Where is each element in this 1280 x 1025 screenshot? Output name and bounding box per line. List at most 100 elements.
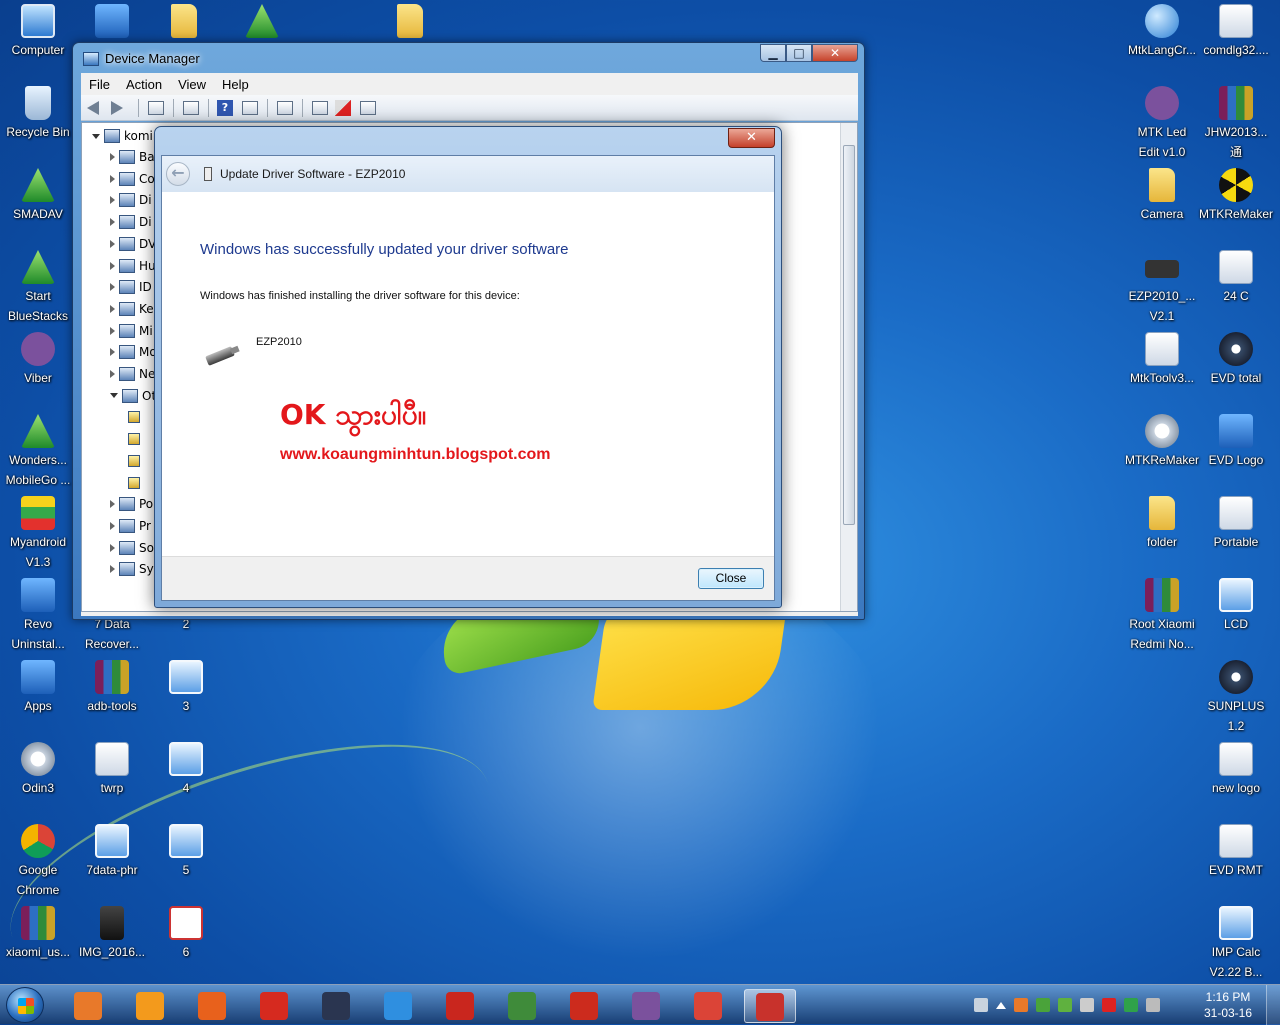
taskbar-app-button[interactable] [434, 989, 486, 1023]
expand-arrow-icon[interactable] [110, 304, 115, 313]
desktop-icon[interactable]: JHW2013... 通 [1198, 86, 1274, 162]
collapse-arrow-icon[interactable] [92, 133, 100, 139]
expand-arrow-icon[interactable] [110, 261, 115, 270]
expand-arrow-icon[interactable] [110, 565, 115, 574]
desktop-icon[interactable]: Apps [0, 660, 76, 716]
desktop-icon[interactable]: Camera [1124, 168, 1200, 224]
tree-row[interactable]: Di [110, 212, 152, 232]
device-manager-titlebar[interactable]: Device Manager [83, 49, 200, 69]
scrollbar-thumb[interactable] [843, 145, 855, 525]
tree-row[interactable]: ID [110, 277, 152, 297]
tree-row[interactable]: Mo [110, 342, 157, 362]
desktop-icon[interactable]: MTKReMaker [1124, 414, 1200, 470]
tray-app-icon[interactable] [1036, 998, 1050, 1012]
desktop-icon[interactable]: 6 [148, 906, 224, 962]
taskbar-app-button[interactable] [248, 989, 300, 1023]
tree-row[interactable] [128, 473, 144, 493]
close-button[interactable]: Close [698, 568, 764, 589]
tree-row[interactable] [128, 407, 144, 427]
menu-file[interactable]: File [89, 77, 110, 92]
desktop-icon[interactable]: 24 C [1198, 250, 1274, 306]
network-icon[interactable] [1146, 998, 1160, 1012]
forward-arrow-icon[interactable] [111, 99, 131, 117]
expand-arrow-icon[interactable] [110, 521, 115, 530]
desktop-icon[interactable]: SUNPLUS 1.2 [1198, 660, 1274, 736]
tree-scrollbar[interactable] [840, 123, 857, 611]
desktop-icon[interactable]: Recycle Bin [0, 86, 76, 142]
desktop-icon[interactable]: Myandroid V1.3 [0, 496, 76, 572]
expand-arrow-icon[interactable] [110, 283, 115, 292]
expand-arrow-icon[interactable] [110, 239, 115, 248]
desktop-icon[interactable]: Computer [0, 4, 76, 60]
desktop-icon[interactable]: xiaomi_us... [0, 906, 76, 962]
desktop-icon[interactable]: EVD RMT [1198, 824, 1274, 880]
update-driver-dialog[interactable]: ✕ ← Update Driver Software - EZP2010 Win… [154, 126, 782, 608]
desktop-icon[interactable] [74, 4, 150, 40]
desktop-icon[interactable]: adb-tools [74, 660, 150, 716]
desktop-icon[interactable]: EVD total [1198, 332, 1274, 388]
keyboard-icon[interactable] [974, 998, 988, 1012]
tree-row[interactable]: Ot [110, 386, 156, 406]
desktop-icon[interactable] [146, 4, 222, 40]
tray-app-icon[interactable] [1102, 998, 1116, 1012]
tree-row[interactable]: Ne [110, 364, 155, 384]
desktop-icon[interactable]: SMADAV [0, 168, 76, 224]
expand-arrow-icon[interactable] [110, 348, 115, 357]
desktop-icon[interactable]: MtkLangCr... [1124, 4, 1200, 60]
help-icon[interactable]: ? [216, 99, 236, 117]
scan-hardware-icon[interactable] [275, 99, 295, 117]
desktop-icon[interactable]: IMG_2016... [74, 906, 150, 962]
collapse-arrow-icon[interactable] [110, 393, 118, 399]
desktop-icon[interactable] [224, 4, 300, 40]
desktop-icon[interactable]: folder [1124, 496, 1200, 552]
volume-muted-icon[interactable] [1080, 998, 1094, 1012]
menu-help[interactable]: Help [222, 77, 249, 92]
taskbar-app-button[interactable] [186, 989, 238, 1023]
disable-device-icon[interactable] [358, 99, 378, 117]
expand-arrow-icon[interactable] [110, 153, 115, 161]
tree-row[interactable]: Po [110, 494, 153, 514]
expand-arrow-icon[interactable] [110, 196, 115, 205]
show-hide-console-tree-icon[interactable] [146, 99, 166, 117]
minimize-button[interactable]: ▁ [760, 44, 786, 62]
dialog-close-x-button[interactable]: ✕ [728, 128, 775, 148]
desktop-icon[interactable]: twrp [74, 742, 150, 798]
smadav-tray-icon[interactable] [1124, 998, 1138, 1012]
taskbar-app-button[interactable] [62, 989, 114, 1023]
tree-row[interactable]: Hu [110, 256, 156, 276]
tree-row[interactable]: So [110, 538, 154, 558]
tree-root-computer[interactable]: komin [92, 129, 161, 143]
update-driver-icon[interactable] [310, 99, 330, 117]
uninstall-device-icon[interactable] [334, 99, 354, 117]
view-icon[interactable] [240, 99, 260, 117]
desktop-icon[interactable]: Revo Uninstal... [0, 578, 76, 654]
tree-row[interactable] [128, 451, 144, 471]
desktop-icon[interactable]: Odin3 [0, 742, 76, 798]
desktop-icon[interactable]: 5 [148, 824, 224, 880]
show-hidden-icons-arrow-icon[interactable] [996, 1001, 1006, 1009]
desktop-icon[interactable]: new logo [1198, 742, 1274, 798]
taskbar-app-button[interactable] [372, 989, 424, 1023]
desktop-icon[interactable]: Start BlueStacks [0, 250, 76, 326]
desktop-icon[interactable]: Root Xiaomi Redmi No... [1124, 578, 1200, 654]
desktop-icon[interactable]: comdlg32.... [1198, 4, 1274, 60]
tree-row[interactable]: Ke [110, 299, 154, 319]
desktop-icon[interactable]: MtkToolv3... [1124, 332, 1200, 388]
tree-row[interactable]: Di [110, 190, 152, 210]
tree-row[interactable]: Mi [110, 321, 153, 341]
desktop-icon[interactable]: EZP2010_... V2.1 [1124, 250, 1200, 326]
back-arrow-icon[interactable] [87, 99, 107, 117]
tree-row[interactable]: Pr [110, 516, 151, 536]
properties-icon[interactable] [181, 99, 201, 117]
desktop-icon[interactable]: Portable [1198, 496, 1274, 552]
desktop-icon[interactable]: IMP Calc V2.22 B... [1198, 906, 1274, 982]
desktop-icon[interactable]: 7data-phr [74, 824, 150, 880]
desktop-icon[interactable]: Google Chrome [0, 824, 76, 900]
tree-row[interactable]: Co [110, 169, 155, 189]
desktop-icon[interactable]: 4 [148, 742, 224, 798]
desktop-icon[interactable]: MTK Led Edit v1.0 [1124, 86, 1200, 162]
tree-row[interactable] [128, 429, 144, 449]
taskbar-app-button[interactable] [744, 989, 796, 1023]
taskbar-app-button[interactable] [620, 989, 672, 1023]
expand-arrow-icon[interactable] [110, 500, 115, 509]
